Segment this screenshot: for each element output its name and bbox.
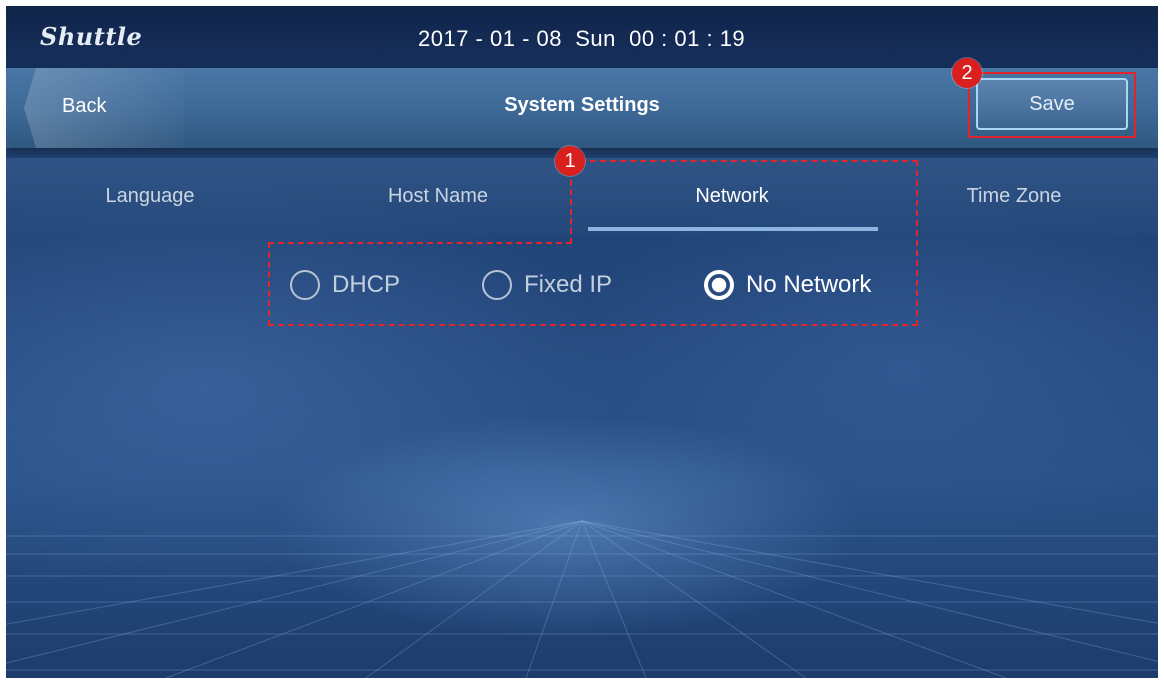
date-time-display: 2017 - 01 - 08 Sun 00 : 01 : 19 [418, 26, 746, 51]
annotation-badge-1: 1 [555, 146, 585, 176]
radio-unchecked-icon[interactable] [482, 270, 512, 300]
radio-no-network-label[interactable]: No Network [746, 271, 871, 299]
tab-host-name[interactable]: Host Name [294, 158, 582, 234]
brand-logo: Shuttle [40, 22, 143, 51]
tab-time-zone[interactable]: Time Zone [870, 158, 1158, 234]
annotation-badge-2: 2 [952, 58, 982, 88]
active-tab-indicator [588, 227, 878, 231]
radio-fixed-ip-label[interactable]: Fixed IP [524, 271, 612, 299]
network-mode-radio-group: DHCP Fixed IP No Network [6, 262, 1158, 312]
radio-dhcp-label[interactable]: DHCP [332, 271, 400, 299]
radio-dhcp[interactable]: DHCP [290, 262, 430, 312]
screen: Shuttle 2017 - 01 - 08 Sun 00 : 01 : 19 … [6, 6, 1158, 678]
radio-no-network[interactable]: No Network [704, 262, 904, 312]
radio-fixed-ip[interactable]: Fixed IP [482, 262, 652, 312]
radio-unchecked-icon[interactable] [290, 270, 320, 300]
tab-network[interactable]: Network [588, 158, 876, 234]
tab-language[interactable]: Language [6, 158, 294, 234]
annotation-save-outline [968, 72, 1136, 138]
status-bar: Shuttle 2017 - 01 - 08 Sun 00 : 01 : 19 [6, 6, 1158, 68]
radio-checked-icon[interactable] [704, 270, 734, 300]
